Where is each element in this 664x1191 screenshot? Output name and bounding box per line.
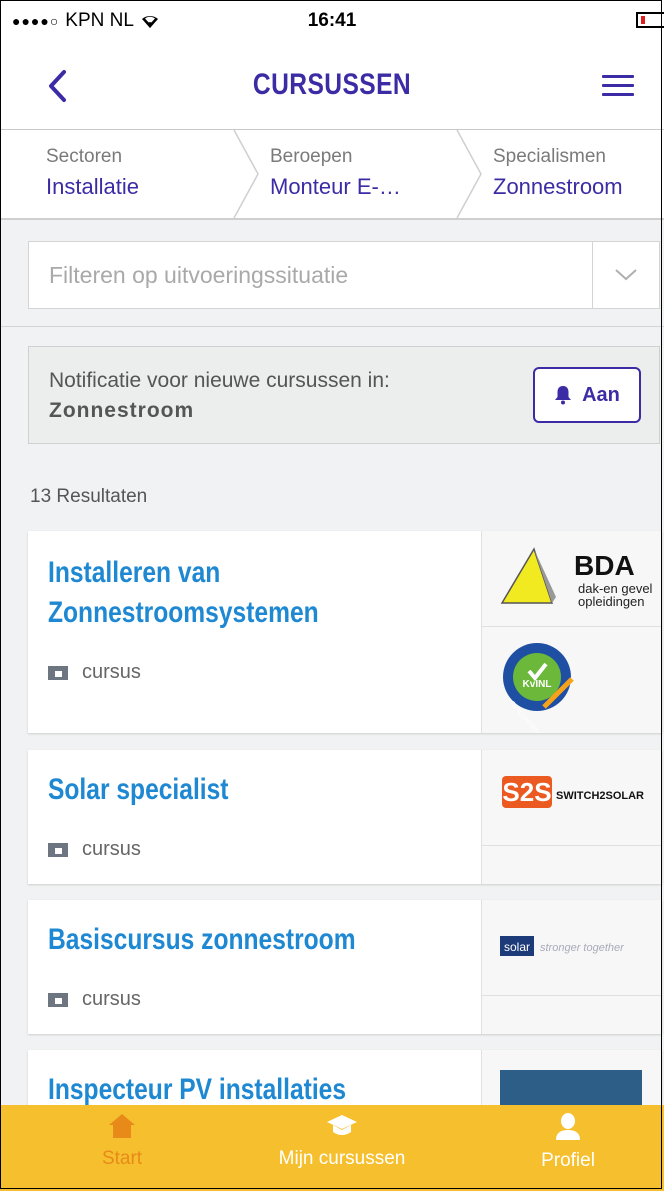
- course-title: Installeren van Zonnestroomsystemen: [48, 553, 319, 633]
- bda-logo: BDA dak-en gevel opleidingen: [482, 531, 662, 627]
- provider-logos: S2S SWITCH2SOLAR: [481, 750, 662, 884]
- course-title-line: Installeren van: [48, 556, 221, 589]
- tab-profiel[interactable]: Profiel: [518, 1113, 618, 1172]
- breadcrumb-item-beroepen[interactable]: Beroepen Monteur E-…: [270, 146, 401, 200]
- notification-box: Notificatie voor nieuwe cursussen in: Zo…: [28, 346, 660, 444]
- course-type-label: cursus: [82, 838, 141, 860]
- breadcrumb: Sectoren Installatie Beroepen Monteur E-…: [0, 130, 664, 220]
- kvinl-logo: KvINL GEACCREDITEERD: [482, 627, 662, 748]
- classroom-icon: [48, 665, 68, 680]
- s2s-logo-mark: S2S: [502, 777, 551, 807]
- course-title-line: Zonnestroomsystemen: [48, 596, 319, 629]
- solar-logo: solar stronger together: [482, 900, 662, 996]
- breadcrumb-item-specialismen[interactable]: Specialismen Zonnestroom: [493, 146, 623, 200]
- course-title: Inspecteur PV installaties: [48, 1073, 347, 1106]
- navigation-bar: CURSUSSEN: [0, 42, 664, 130]
- breadcrumb-item-sectoren[interactable]: Sectoren Installatie: [46, 146, 139, 200]
- breadcrumb-value: Installatie: [46, 174, 139, 199]
- breadcrumb-caption: Sectoren: [46, 146, 123, 167]
- course-type: cursus: [48, 838, 141, 861]
- notification-text: Notificatie voor nieuwe cursussen in:: [49, 369, 390, 392]
- section-divider: [0, 326, 664, 327]
- breadcrumb-value: Monteur E-…: [270, 174, 401, 199]
- hamburger-menu-icon[interactable]: [602, 75, 634, 97]
- breadcrumb-caption: Specialismen: [493, 146, 606, 167]
- course-type: cursus: [48, 661, 141, 684]
- course-title: Basiscursus zonnestroom: [48, 923, 356, 956]
- classroom-icon: [48, 992, 68, 1007]
- notification-button-label: Aan: [582, 383, 620, 406]
- tab-label: Profiel: [541, 1150, 595, 1171]
- filter-placeholder: Filteren op uitvoeringssituatie: [49, 262, 349, 288]
- clock: 16:41: [307, 10, 357, 31]
- breadcrumb-caption: Beroepen: [270, 146, 353, 167]
- notification-toggle-button[interactable]: Aan: [533, 367, 641, 423]
- provider-logos: solar stronger together: [481, 900, 662, 1034]
- chevron-down-icon[interactable]: [613, 266, 639, 284]
- solar-logo-mark: solar: [504, 940, 530, 954]
- user-icon: [556, 1113, 580, 1140]
- bda-logo-sub: opleidingen: [578, 594, 645, 609]
- bell-icon: [555, 386, 572, 405]
- execution-filter-select[interactable]: Filteren op uitvoeringssituatie: [28, 241, 660, 309]
- tab-start[interactable]: Start: [72, 1113, 172, 1170]
- kvinl-logo-text: KvINL: [523, 679, 552, 690]
- tab-label: Start: [101, 1148, 143, 1169]
- page-title: CURSUSSEN: [252, 68, 412, 101]
- breadcrumb-separator-icon: [456, 130, 482, 218]
- course-type-label: cursus: [82, 988, 141, 1010]
- classroom-icon: [48, 842, 68, 857]
- home-icon: [109, 1114, 135, 1138]
- course-title: Solar specialist: [48, 773, 229, 806]
- bda-logo-text: BDA: [574, 550, 635, 581]
- course-card[interactable]: Installeren van Zonnestroomsystemen curs…: [28, 531, 662, 748]
- notification-topic: Zonnestroom: [49, 399, 195, 422]
- provider-logos: BDA dak-en gevel opleidingen KvINL GEACC…: [481, 531, 662, 748]
- s2s-logo-text: SWITCH2SOLAR: [556, 790, 644, 802]
- breadcrumb-value: Zonnestroom: [493, 174, 623, 199]
- status-bar: ●●●●○ KPN NL 16:41: [0, 0, 664, 42]
- results-count: 13 Resultaten: [30, 486, 148, 507]
- tab-label: Mijn cursussen: [278, 1148, 406, 1169]
- course-type-label: cursus: [82, 661, 141, 683]
- graduation-cap-icon: [327, 1115, 357, 1135]
- breadcrumb-separator-icon: [233, 130, 259, 218]
- filter-divider: [592, 242, 593, 308]
- course-type: cursus: [48, 988, 141, 1011]
- course-card[interactable]: Basiscursus zonnestroom cursus solar str…: [28, 900, 662, 1034]
- battery-icon: [636, 12, 664, 28]
- tab-bar: Start Mijn cursussen Profiel: [0, 1105, 664, 1191]
- course-card[interactable]: Solar specialist cursus S2S SWITCH2SOLAR: [28, 750, 662, 884]
- tab-mijn-cursussen[interactable]: Mijn cursussen: [262, 1113, 422, 1170]
- solar-logo-text: stronger together: [540, 942, 625, 954]
- switch2solar-logo: S2S SWITCH2SOLAR: [482, 750, 662, 846]
